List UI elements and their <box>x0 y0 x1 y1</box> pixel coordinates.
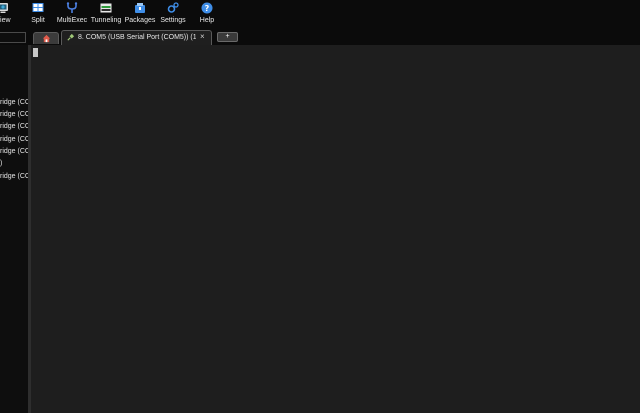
help-label: Help <box>199 17 215 24</box>
main-toolbar: View Split MultiExec <box>0 0 640 29</box>
multiexec-icon <box>66 2 78 13</box>
split-label: Split <box>31 17 45 24</box>
multiexec-button[interactable]: MultiExec <box>56 0 88 29</box>
packages-button[interactable]: Packages <box>124 0 156 29</box>
view-icon <box>0 3 8 13</box>
sidebar-item-session-6[interactable]: ) <box>0 159 28 168</box>
home-tab[interactable] <box>33 32 59 44</box>
svg-text:?: ? <box>205 4 210 13</box>
tunneling-button[interactable]: Tunneling <box>89 0 123 29</box>
sidebar-item-session-1[interactable]: ridge (CC <box>0 98 28 107</box>
help-button[interactable]: ? Help <box>194 0 220 29</box>
sidebar-search-input[interactable] <box>0 32 26 43</box>
session-tab-title: 8. COM5 (USB Serial Port (COM5)) (1 <box>78 34 196 41</box>
plug-icon <box>67 33 75 41</box>
packages-icon <box>135 3 145 13</box>
sessions-sidebar: ridge (CC ridge (CC ridge (CC ridge (CC … <box>0 45 28 413</box>
app-window: View Split MultiExec <box>0 0 640 413</box>
sidebar-item-session-4[interactable]: ridge (CC <box>0 135 28 144</box>
help-icon: ? <box>201 2 213 14</box>
settings-button[interactable]: Settings <box>158 0 188 29</box>
tunneling-icon <box>100 3 112 13</box>
sidebar-item-session-5[interactable]: ridge (CC <box>0 147 28 156</box>
tunneling-label: Tunneling <box>90 17 122 24</box>
close-tab-button[interactable]: × <box>200 32 205 42</box>
split-button[interactable]: Split <box>24 0 52 29</box>
session-tab-com5[interactable]: 8. COM5 (USB Serial Port (COM5)) (1 × <box>61 30 212 45</box>
terminal-pane[interactable] <box>31 45 640 413</box>
sidebar-item-session-7[interactable]: ridge (CC <box>0 172 28 181</box>
sidebar-item-session-3[interactable]: ridge (CC <box>0 122 28 131</box>
multiexec-label: MultiExec <box>56 17 88 24</box>
view-button[interactable]: View <box>0 0 20 29</box>
sidebar-item-session-2[interactable]: ridge (CC <box>0 110 28 119</box>
settings-icon <box>167 2 179 13</box>
settings-label: Settings <box>160 17 186 24</box>
packages-label: Packages <box>124 17 156 24</box>
terminal-cursor <box>33 48 38 57</box>
new-tab-button[interactable]: + <box>217 32 238 42</box>
home-icon <box>42 34 51 43</box>
split-icon <box>32 3 44 12</box>
view-label: View <box>0 17 11 24</box>
